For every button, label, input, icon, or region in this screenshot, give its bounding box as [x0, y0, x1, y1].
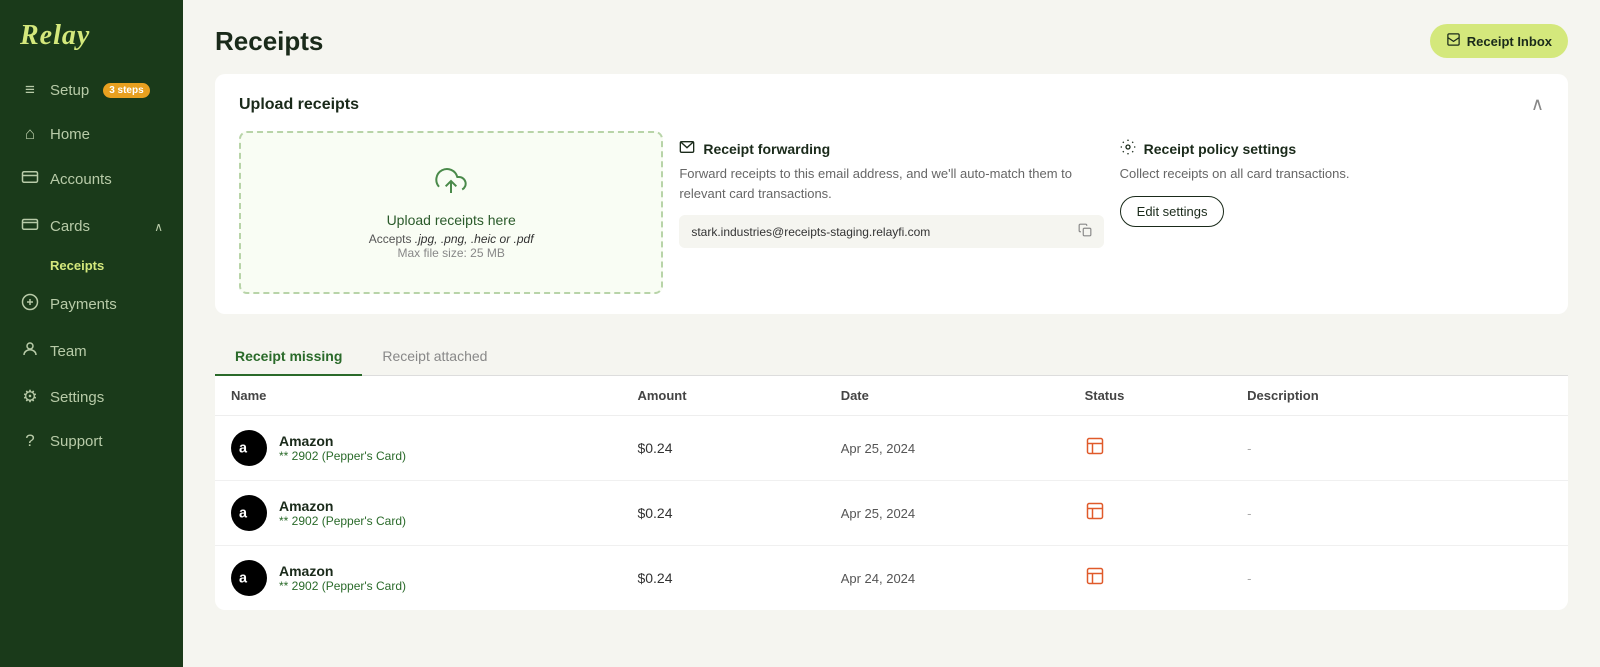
svg-text:a: a — [239, 570, 248, 586]
edit-settings-button[interactable]: Edit settings — [1120, 196, 1225, 227]
col-header-date: Date — [841, 388, 1085, 403]
email-display: stark.industries@receipts-staging.relayf… — [679, 215, 1103, 248]
merchant-cell: a Amazon ** 2902 (Pepper's Card) — [231, 430, 637, 466]
receipt-inbox-button[interactable]: Receipt Inbox — [1430, 24, 1568, 58]
svg-text:a: a — [239, 440, 248, 456]
sidebar-item-label: Accounts — [50, 171, 112, 188]
merchant-logo: a — [231, 560, 267, 596]
settings-gear-icon — [1120, 139, 1136, 158]
desc-cell: - — [1247, 571, 1552, 586]
chevron-up-icon: ∧ — [154, 220, 163, 234]
merchant-name: Amazon — [279, 433, 406, 449]
merchant-cell: a Amazon ** 2902 (Pepper's Card) — [231, 495, 637, 531]
merchant-logo: a — [231, 495, 267, 531]
collapse-icon[interactable]: ∧ — [1531, 94, 1544, 115]
sidebar-item-label: Payments — [50, 296, 117, 313]
amount-cell: $0.24 — [637, 440, 840, 456]
receipt-inbox-icon — [1446, 32, 1461, 50]
merchant-name: Amazon — [279, 563, 406, 579]
page-title: Receipts — [215, 26, 323, 57]
table-row[interactable]: a Amazon ** 2902 (Pepper's Card) $0.24 A… — [215, 546, 1568, 610]
sidebar-item-team[interactable]: Team — [0, 328, 183, 375]
setup-badge: 3 steps — [103, 83, 149, 98]
sidebar-item-setup[interactable]: ≡ Setup 3 steps — [0, 68, 183, 112]
col-header-name: Name — [231, 388, 637, 403]
sidebar-item-support[interactable]: ? Support — [0, 419, 183, 463]
upload-main-text: Upload receipts here — [387, 212, 516, 228]
setup-icon: ≡ — [20, 80, 40, 100]
policy-box: Receipt policy settings Collect receipts… — [1120, 131, 1544, 294]
status-icon — [1085, 566, 1248, 591]
email-icon — [679, 139, 695, 158]
sidebar-item-payments[interactable]: Payments — [0, 281, 183, 328]
accounts-icon — [20, 168, 40, 191]
upload-grid: Upload receipts here Accepts .jpg, .png,… — [239, 131, 1544, 294]
home-icon: ⌂ — [20, 124, 40, 144]
page-header: Receipts Receipt Inbox — [183, 0, 1600, 74]
receipt-inbox-label: Receipt Inbox — [1467, 34, 1552, 49]
upload-section-header: Upload receipts ∧ — [239, 94, 1544, 115]
desc-cell: - — [1247, 441, 1552, 456]
sidebar-item-label: Support — [50, 433, 103, 450]
amount-cell: $0.24 — [637, 570, 840, 586]
amount-cell: $0.24 — [637, 505, 840, 521]
desc-cell: - — [1247, 506, 1552, 521]
sidebar: Relay ≡ Setup 3 steps ⌂ Home Accounts Ca… — [0, 0, 183, 667]
policy-title: Receipt policy settings — [1120, 139, 1544, 158]
table-row[interactable]: a Amazon ** 2902 (Pepper's Card) $0.24 A… — [215, 416, 1568, 481]
sidebar-nav: ≡ Setup 3 steps ⌂ Home Accounts Cards ∧ … — [0, 68, 183, 667]
merchant-cell: a Amazon ** 2902 (Pepper's Card) — [231, 560, 637, 596]
sidebar-item-label: Home — [50, 126, 90, 143]
date-cell: Apr 25, 2024 — [841, 506, 1085, 521]
col-header-status: Status — [1085, 388, 1248, 403]
sidebar-item-label: Team — [50, 343, 87, 360]
upload-cloud-icon — [435, 165, 467, 204]
date-cell: Apr 24, 2024 — [841, 571, 1085, 586]
tab-receipt-missing[interactable]: Receipt missing — [215, 338, 362, 376]
upload-section-title: Upload receipts — [239, 96, 359, 114]
tab-receipt-attached[interactable]: Receipt attached — [362, 338, 507, 376]
settings-icon: ⚙ — [20, 387, 40, 407]
forwarding-desc: Forward receipts to this email address, … — [679, 164, 1103, 203]
sidebar-item-settings[interactable]: ⚙ Settings — [0, 375, 183, 419]
status-icon — [1085, 501, 1248, 526]
merchant-card: ** 2902 (Pepper's Card) — [279, 579, 406, 593]
col-header-description: Description — [1247, 388, 1552, 403]
upload-dropzone[interactable]: Upload receipts here Accepts .jpg, .png,… — [239, 131, 663, 294]
main-content: Receipts Receipt Inbox Upload receipts ∧… — [183, 0, 1600, 667]
merchant-card: ** 2902 (Pepper's Card) — [279, 449, 406, 463]
transactions-table: Name Amount Date Status Description a Am… — [215, 376, 1568, 610]
sidebar-item-label: Settings — [50, 389, 104, 406]
upload-size-text: Max file size: 25 MB — [397, 246, 504, 260]
cards-icon — [20, 215, 40, 238]
upload-section: Upload receipts ∧ Upload receipts here A… — [215, 74, 1568, 314]
payments-icon — [20, 293, 40, 316]
sidebar-item-accounts[interactable]: Accounts — [0, 156, 183, 203]
forwarding-box: Receipt forwarding Forward receipts to t… — [679, 131, 1103, 294]
app-logo: Relay — [0, 0, 183, 68]
table-header: Name Amount Date Status Description — [215, 376, 1568, 416]
tabs-row: Receipt missing Receipt attached — [215, 338, 1568, 376]
table-row[interactable]: a Amazon ** 2902 (Pepper's Card) $0.24 A… — [215, 481, 1568, 546]
merchant-card: ** 2902 (Pepper's Card) — [279, 514, 406, 528]
email-address: stark.industries@receipts-staging.relayf… — [691, 225, 930, 239]
policy-desc: Collect receipts on all card transaction… — [1120, 164, 1544, 184]
merchant-name: Amazon — [279, 498, 406, 514]
sidebar-item-receipts[interactable]: Receipts — [0, 250, 183, 281]
sidebar-item-label: Cards — [50, 218, 90, 235]
sidebar-item-label: Setup — [50, 82, 89, 99]
support-icon: ? — [20, 431, 40, 451]
svg-text:a: a — [239, 505, 248, 521]
date-cell: Apr 25, 2024 — [841, 441, 1085, 456]
status-icon — [1085, 436, 1248, 461]
sidebar-item-cards[interactable]: Cards ∧ — [0, 203, 183, 250]
team-icon — [20, 340, 40, 363]
forwarding-title: Receipt forwarding — [679, 139, 1103, 158]
merchant-logo: a — [231, 430, 267, 466]
upload-formats-text: Accepts .jpg, .png, .heic or .pdf — [369, 232, 534, 246]
col-header-amount: Amount — [637, 388, 840, 403]
sidebar-item-home[interactable]: ⌂ Home — [0, 112, 183, 156]
copy-icon[interactable] — [1078, 223, 1092, 240]
